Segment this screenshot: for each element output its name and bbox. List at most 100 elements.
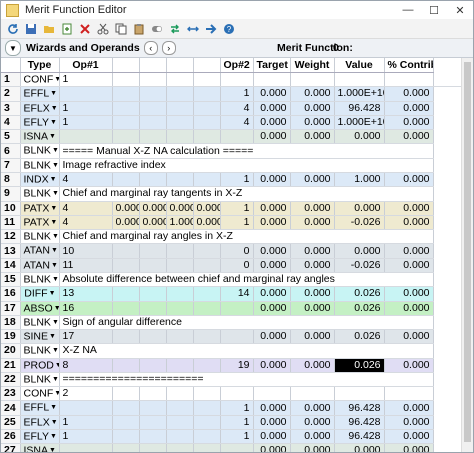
cell[interactable]: 1 bbox=[220, 215, 254, 231]
cell[interactable]: 1 bbox=[220, 415, 254, 431]
cell[interactable]: 0.000 bbox=[193, 201, 221, 216]
cell[interactable]: 96.428 bbox=[334, 415, 385, 431]
cell[interactable] bbox=[193, 129, 221, 145]
dropdown-arrow-icon[interactable]: ▼ bbox=[50, 433, 57, 440]
operand-type-cell[interactable]: DIFF▼ bbox=[20, 286, 60, 302]
comment-cell[interactable]: X-Z NA bbox=[59, 343, 434, 359]
cell[interactable]: 0.000 bbox=[253, 201, 291, 216]
cell[interactable] bbox=[139, 386, 167, 402]
cell[interactable] bbox=[139, 301, 167, 316]
cell[interactable] bbox=[334, 72, 385, 88]
cell[interactable]: 2 bbox=[59, 386, 113, 402]
cell[interactable]: 0.000 bbox=[253, 86, 291, 102]
cell[interactable]: 0.000 bbox=[253, 286, 291, 302]
cell[interactable] bbox=[139, 429, 167, 445]
cell[interactable] bbox=[59, 443, 113, 452]
operand-type-cell[interactable]: EFLX▼ bbox=[20, 415, 60, 431]
cell[interactable] bbox=[139, 400, 167, 416]
cell[interactable]: 1.000E+10 bbox=[334, 115, 385, 131]
table-row[interactable]: 2 EFFL▼ 1 0.000 0.000 1.000E+10 0.000 bbox=[1, 86, 463, 102]
cell[interactable] bbox=[193, 358, 221, 373]
link-icon[interactable] bbox=[185, 21, 201, 37]
cell[interactable]: 0.000 bbox=[290, 358, 335, 373]
dropdown-arrow-icon[interactable]: ▼ bbox=[50, 219, 57, 226]
operand-type-cell[interactable]: ABSO▼ bbox=[20, 301, 60, 316]
cell[interactable] bbox=[193, 329, 221, 345]
cell[interactable]: 0 bbox=[220, 243, 254, 259]
cell[interactable] bbox=[139, 172, 167, 188]
cell[interactable]: 0.000 bbox=[290, 258, 335, 273]
cell[interactable]: 0.000 bbox=[384, 243, 434, 259]
cell[interactable]: 0.000 bbox=[290, 115, 335, 131]
cell[interactable] bbox=[384, 386, 434, 402]
cell[interactable]: 0.000 bbox=[334, 243, 385, 259]
operand-type-cell[interactable]: BLNK▼ bbox=[20, 272, 60, 288]
cell[interactable]: 0.000 bbox=[334, 443, 385, 452]
cell[interactable] bbox=[139, 443, 167, 452]
cell[interactable]: 11 bbox=[59, 258, 113, 273]
cell[interactable]: 4 bbox=[59, 215, 113, 231]
table-row[interactable]: 8 INDX▼ 4 1 0.000 0.000 1.000 0.000 bbox=[1, 172, 463, 188]
table-row[interactable]: 11PATX▼40.0000.0001.0000.00010.0000.000-… bbox=[1, 215, 463, 231]
table-row[interactable]: 15 BLNK▼ Absolute difference between chief… bbox=[1, 272, 463, 288]
cell[interactable] bbox=[166, 258, 194, 273]
cell[interactable]: 0.000 bbox=[253, 129, 291, 145]
dropdown-arrow-icon[interactable]: ▼ bbox=[50, 176, 57, 183]
cell[interactable]: 0.000 bbox=[334, 129, 385, 145]
cell[interactable] bbox=[139, 101, 167, 116]
table-row[interactable]: 20 BLNK▼ X-Z NA bbox=[1, 343, 463, 359]
operand-type-cell[interactable]: BLNK▼ bbox=[20, 343, 60, 359]
dropdown-arrow-icon[interactable]: ▼ bbox=[54, 76, 58, 83]
comment-cell[interactable]: Sign of angular difference bbox=[59, 315, 434, 331]
cell[interactable]: 17 bbox=[59, 329, 113, 345]
cell[interactable] bbox=[193, 115, 221, 131]
cell[interactable] bbox=[193, 443, 221, 452]
table-row[interactable]: 18 BLNK▼ Sign of angular difference bbox=[1, 315, 463, 331]
dropdown-arrow-icon[interactable]: ▼ bbox=[51, 247, 58, 254]
table-row[interactable]: 19 SINE▼ 17 0.000 0.000 0.026 0.000 bbox=[1, 329, 463, 345]
cell[interactable] bbox=[166, 329, 194, 345]
cell[interactable] bbox=[290, 72, 335, 88]
comment-cell[interactable]: ===== Manual X-Z NA calculation ===== bbox=[59, 143, 434, 159]
cell[interactable]: 13 bbox=[59, 286, 113, 302]
cell[interactable]: 0.000 bbox=[384, 172, 434, 188]
table-row[interactable]: 3 EFLX▼ 1 4 0.000 0.000 96.428 0.000 bbox=[1, 101, 463, 116]
dropdown-arrow-icon[interactable]: ▼ bbox=[50, 404, 57, 411]
cell[interactable]: 1.000 bbox=[166, 215, 194, 231]
cell[interactable]: 8 bbox=[59, 358, 113, 373]
cell[interactable]: 96.428 bbox=[334, 429, 385, 445]
cell[interactable] bbox=[220, 72, 254, 88]
cell[interactable] bbox=[193, 258, 221, 273]
cell[interactable]: 16 bbox=[59, 301, 113, 316]
operand-type-cell[interactable]: ATAN▼ bbox=[20, 258, 60, 273]
cell[interactable] bbox=[220, 443, 254, 452]
dropdown-arrow-icon[interactable]: ▼ bbox=[50, 205, 57, 212]
cell[interactable]: 0.000 bbox=[384, 286, 434, 302]
cell[interactable] bbox=[253, 386, 291, 402]
cell[interactable]: 1 bbox=[220, 400, 254, 416]
cell[interactable] bbox=[433, 72, 463, 88]
chevron-down-icon[interactable]: ▼ bbox=[5, 40, 21, 56]
cell[interactable] bbox=[112, 115, 140, 131]
cell[interactable] bbox=[112, 386, 140, 402]
cell[interactable]: 0.000 bbox=[290, 415, 335, 431]
cell[interactable]: 0.000 bbox=[384, 443, 434, 452]
cell[interactable]: 0.000 bbox=[384, 215, 434, 231]
cell[interactable]: 0.000 bbox=[384, 101, 434, 116]
cell[interactable] bbox=[166, 286, 194, 302]
cell[interactable] bbox=[166, 86, 194, 102]
cell[interactable]: 0.000 bbox=[290, 400, 335, 416]
close-button[interactable]: ✕ bbox=[447, 1, 473, 19]
cell[interactable]: 0.000 bbox=[384, 415, 434, 431]
cell[interactable]: 0.000 bbox=[290, 101, 335, 116]
table-row[interactable]: 25 EFLX▼ 1 1 0.000 0.000 96.428 0.000 bbox=[1, 415, 463, 431]
cell[interactable] bbox=[139, 72, 167, 88]
cell[interactable]: 4 bbox=[220, 101, 254, 116]
cell[interactable] bbox=[166, 415, 194, 431]
cell[interactable]: 0.000 bbox=[166, 201, 194, 216]
cell[interactable]: 0.026 bbox=[334, 286, 385, 302]
help-icon[interactable]: ? bbox=[221, 21, 237, 37]
cell[interactable] bbox=[112, 443, 140, 452]
cell[interactable] bbox=[193, 172, 221, 188]
cell[interactable]: 1 bbox=[59, 115, 113, 131]
